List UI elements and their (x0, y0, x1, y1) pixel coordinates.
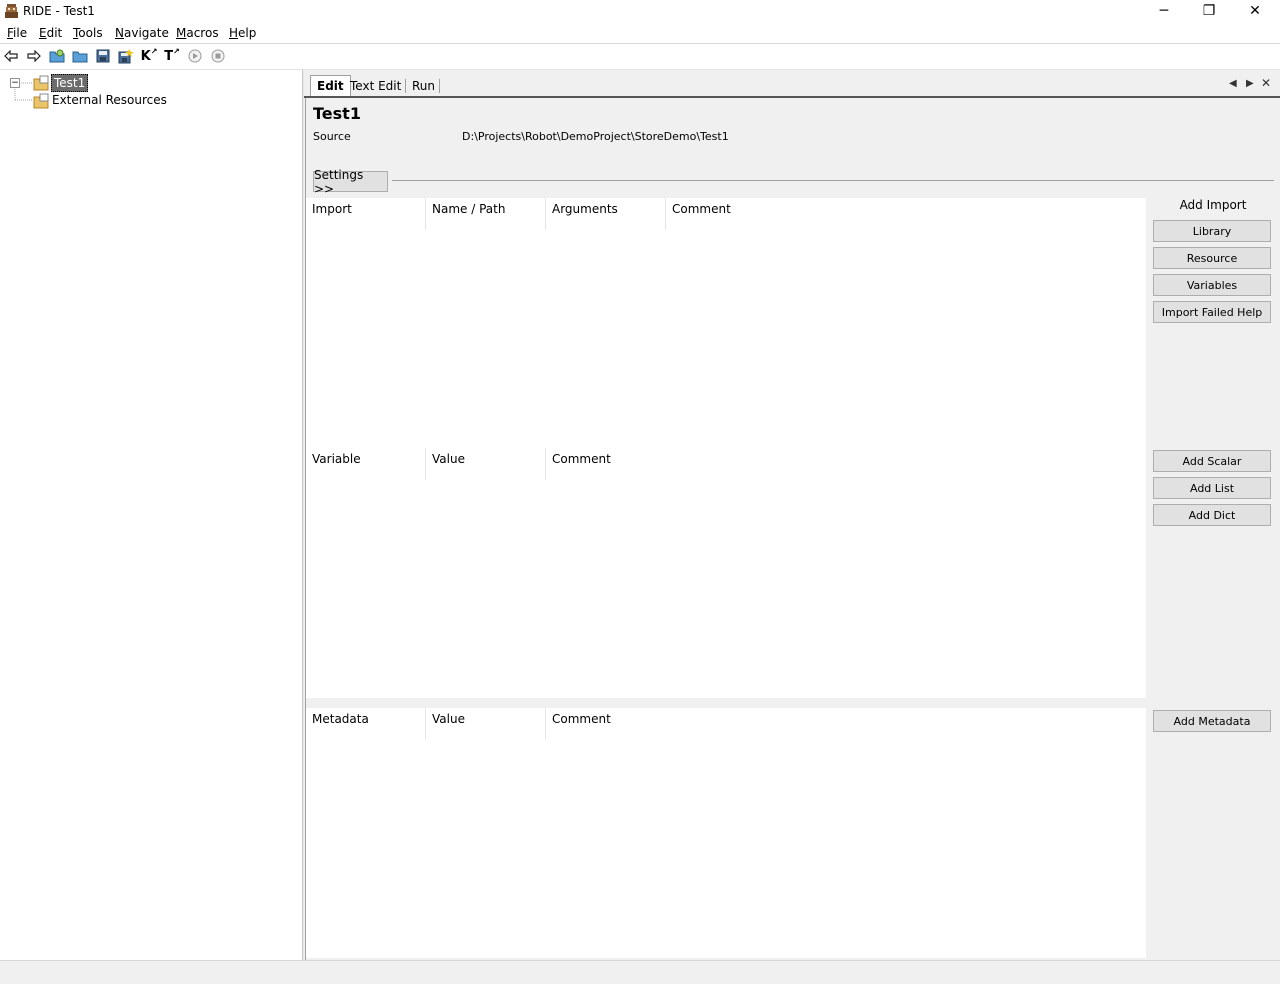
suite-folder-icon (33, 75, 49, 94)
search-keywords-icon: K (140, 48, 151, 64)
run-icon (188, 49, 202, 63)
column-divider (665, 198, 666, 230)
window-title: RIDE - Test1 (23, 4, 95, 18)
project-tree: − Test1 External Resources (0, 70, 302, 960)
tree-collapse-toggle[interactable]: − (10, 78, 20, 88)
add-library-button[interactable]: Library (1153, 220, 1271, 242)
column-divider (545, 708, 546, 740)
editor-tabs: Edit Text Edit Run ◀ ▶ ✕ (304, 70, 1280, 98)
imports-col-name-path: Name / Path (432, 202, 506, 216)
back-icon (4, 50, 18, 62)
add-import-label: Add Import (1179, 198, 1247, 212)
column-divider (545, 198, 546, 230)
variables-grid[interactable]: Variable Value Comment (306, 448, 1146, 698)
forward-button[interactable] (25, 47, 43, 65)
back-button[interactable] (2, 47, 20, 65)
ride-window: RIDE - Test1 ─ ❐ ✕ File Edit Tools Navig… (0, 0, 1280, 984)
column-divider (425, 448, 426, 480)
metadata-col-comment: Comment (552, 712, 611, 726)
menu-tools[interactable]: Tools (73, 26, 103, 40)
column-divider (425, 198, 426, 230)
column-divider (425, 708, 426, 740)
tab-scroll-left-icon[interactable]: ◀ (1229, 78, 1237, 89)
import-failed-help-button[interactable]: Import Failed Help (1153, 301, 1271, 323)
menu-file[interactable]: File (7, 26, 27, 40)
save-all-button[interactable] (117, 47, 135, 65)
imports-grid[interactable]: Import Name / Path Arguments Comment (306, 198, 1146, 448)
menu-macros[interactable]: Macros (176, 26, 219, 40)
close-icon: ✕ (1249, 3, 1261, 19)
source-path: D:\Projects\Robot\DemoProject\StoreDemo\… (462, 130, 729, 143)
title-bar: RIDE - Test1 ─ ❐ ✕ (0, 0, 1280, 23)
tab-separator (439, 79, 440, 93)
restore-icon: ❐ (1202, 3, 1216, 19)
run-button[interactable] (186, 47, 204, 65)
menu-bar: File Edit Tools Navigate Macros Help (0, 23, 1280, 43)
imports-col-import: Import (312, 202, 352, 216)
editor-panel: Edit Text Edit Run ◀ ▶ ✕ Test1 Source D:… (304, 70, 1280, 960)
settings-divider (392, 180, 1274, 181)
add-resource-button[interactable]: Resource (1153, 247, 1271, 269)
add-variables-button[interactable]: Variables (1153, 274, 1271, 296)
search-tests-icon: T (164, 48, 174, 64)
toolbar: K ↗ T ↗ (0, 44, 1280, 69)
settings-toggle-button[interactable]: Settings >> (313, 168, 388, 196)
open-directory-button[interactable] (71, 47, 89, 65)
minimize-button[interactable]: ─ (1141, 0, 1187, 22)
open-directory-icon (72, 51, 88, 63)
menu-help[interactable]: Help (229, 26, 256, 40)
metadata-col-value: Value (432, 712, 465, 726)
search-tests-button[interactable]: T ↗ (163, 47, 181, 65)
menu-edit[interactable]: Edit (39, 26, 62, 40)
save-button[interactable] (94, 47, 112, 65)
tab-close-icon[interactable]: ✕ (1261, 76, 1271, 90)
search-keywords-button[interactable]: K ↗ (140, 47, 158, 65)
robot-app-icon (4, 3, 19, 19)
source-label: Source (313, 130, 351, 143)
tree-item-test1[interactable]: Test1 (51, 74, 89, 92)
tab-run[interactable]: Run (406, 76, 441, 96)
add-list-button[interactable]: Add List (1153, 477, 1271, 499)
resources-folder-icon (33, 93, 49, 112)
tab-text-edit[interactable]: Text Edit (344, 76, 407, 96)
menu-navigate[interactable]: Navigate (115, 26, 169, 40)
variables-col-variable: Variable (312, 452, 361, 466)
metadata-grid[interactable]: Metadata Value Comment (306, 708, 1146, 958)
suite-title: Test1 (313, 104, 361, 123)
variables-col-comment: Comment (552, 452, 611, 466)
add-dict-button[interactable]: Add Dict (1153, 504, 1271, 526)
stop-icon (211, 49, 225, 63)
add-scalar-button[interactable]: Add Scalar (1153, 450, 1271, 472)
forward-icon (27, 50, 41, 62)
column-divider (545, 448, 546, 480)
tree-item-external-resources[interactable]: External Resources (52, 93, 167, 107)
open-test-suite-button[interactable] (48, 47, 66, 65)
stop-button[interactable] (209, 47, 227, 65)
minimize-icon: ─ (1159, 3, 1169, 19)
imports-col-comment: Comment (672, 202, 731, 216)
variables-col-value: Value (432, 452, 465, 466)
status-bar (0, 960, 1280, 984)
metadata-col-metadata: Metadata (312, 712, 369, 726)
save-icon (96, 49, 110, 63)
open-test-suite-icon (49, 49, 65, 63)
suite-editor: Test1 Source D:\Projects\Robot\DemoProje… (305, 98, 1280, 960)
restore-button[interactable]: ❐ (1186, 0, 1232, 22)
imports-col-arguments: Arguments (552, 202, 618, 216)
save-all-icon (118, 48, 134, 63)
close-window-button[interactable]: ✕ (1232, 0, 1278, 22)
tab-scroll-right-icon[interactable]: ▶ (1246, 78, 1254, 89)
add-metadata-button[interactable]: Add Metadata (1153, 710, 1271, 732)
